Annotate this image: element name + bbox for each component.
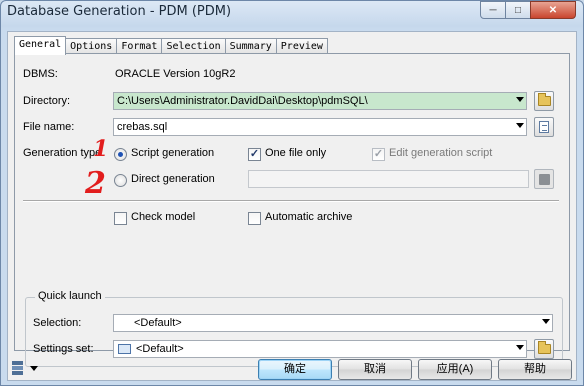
chevron-down-icon[interactable] [516, 345, 524, 350]
chevron-down-icon[interactable] [542, 319, 550, 324]
maximize-icon: □ [514, 4, 522, 16]
close-button[interactable]: ✕ [530, 1, 576, 19]
database-generation-dialog: Database Generation - PDM (PDM) ─ □ ✕ Ge… [0, 0, 584, 386]
filename-label: File name: [23, 121, 75, 133]
folder-icon [537, 93, 551, 106]
direct-generation-label[interactable]: Direct generation [131, 173, 215, 185]
data-source-button[interactable] [534, 169, 554, 189]
filename-value: crebas.sql [117, 121, 168, 133]
section-divider [23, 200, 559, 202]
database-icon [538, 173, 550, 185]
one-file-only-checkbox[interactable]: ✓ [248, 148, 261, 161]
window-title: Database Generation - PDM (PDM) [7, 4, 232, 19]
check-model-checkbox[interactable] [114, 212, 127, 225]
settings-set-combobox[interactable]: <Default> [113, 340, 527, 358]
generation-type-label: Generation type: [23, 147, 101, 159]
help-button[interactable]: 帮助 [498, 359, 572, 380]
dialog-client-area: General Options Format Selection Summary… [7, 31, 577, 381]
direct-generation-radio[interactable] [114, 174, 127, 187]
directory-combobox[interactable]: C:\Users\Administrator.DavidDai\Desktop\… [113, 92, 527, 110]
annotation-number-1: 1 [93, 136, 109, 162]
selection-value: <Default> [134, 317, 182, 329]
tab-strip: General Options Format Selection Summary… [14, 36, 328, 55]
minimize-icon: ─ [489, 4, 497, 16]
automatic-archive-checkbox[interactable] [248, 212, 261, 225]
title-bar[interactable]: Database Generation - PDM (PDM) ─ □ ✕ [1, 1, 583, 25]
general-tab-panel: DBMS: ORACLE Version 10gR2 Directory: C:… [14, 53, 570, 367]
annotation-number-2: 2 [85, 166, 106, 201]
minimize-button[interactable]: ─ [480, 1, 506, 19]
folder-icon [537, 341, 551, 354]
quick-launch-title: Quick launch [35, 290, 105, 302]
script-generation-radio[interactable] [114, 148, 127, 161]
tab-format[interactable]: Format [116, 38, 163, 54]
one-file-only-label[interactable]: One file only [265, 147, 326, 159]
directory-label: Directory: [23, 95, 71, 107]
dbms-label: DBMS: [23, 68, 58, 80]
tab-preview[interactable]: Preview [275, 38, 328, 54]
selection-label: Selection: [33, 317, 82, 329]
cancel-button[interactable]: 取消 [338, 359, 412, 380]
directory-value: C:\Users\Administrator.DavidDai\Desktop\… [117, 95, 368, 107]
tab-options[interactable]: Options [65, 38, 118, 54]
browse-settings-button[interactable] [534, 339, 554, 359]
dbms-value: ORACLE Version 10gR2 [115, 68, 236, 80]
script-generation-label[interactable]: Script generation [131, 147, 214, 159]
chevron-down-icon[interactable] [516, 123, 524, 128]
filename-combobox[interactable]: crebas.sql [113, 118, 527, 136]
tab-summary[interactable]: Summary [224, 38, 277, 54]
settings-set-value: <Default> [136, 343, 184, 355]
document-icon [539, 121, 549, 133]
tab-selection[interactable]: Selection [161, 38, 226, 54]
edit-generation-script-checkbox[interactable]: ✓ [372, 148, 385, 161]
settings-set-label: Settings set: [33, 343, 94, 355]
automatic-archive-label[interactable]: Automatic archive [265, 211, 352, 223]
edit-generation-script-label: Edit generation script [389, 147, 493, 159]
edit-file-button[interactable] [534, 117, 554, 137]
chevron-down-icon[interactable] [516, 97, 524, 102]
browse-directory-button[interactable] [534, 91, 554, 111]
tab-general[interactable]: General [14, 36, 67, 55]
selection-combobox[interactable]: <Default> [113, 314, 553, 332]
apply-button[interactable]: 应用(A) [418, 359, 492, 380]
maximize-button[interactable]: □ [505, 1, 531, 19]
generation-menu-icon[interactable] [12, 360, 26, 376]
ok-button[interactable]: 确定 [258, 359, 332, 380]
close-icon: ✕ [548, 4, 558, 16]
data-source-field[interactable] [248, 170, 529, 188]
caret-down-icon[interactable] [30, 366, 38, 371]
check-model-label[interactable]: Check model [131, 211, 195, 223]
settings-set-icon [118, 344, 131, 354]
